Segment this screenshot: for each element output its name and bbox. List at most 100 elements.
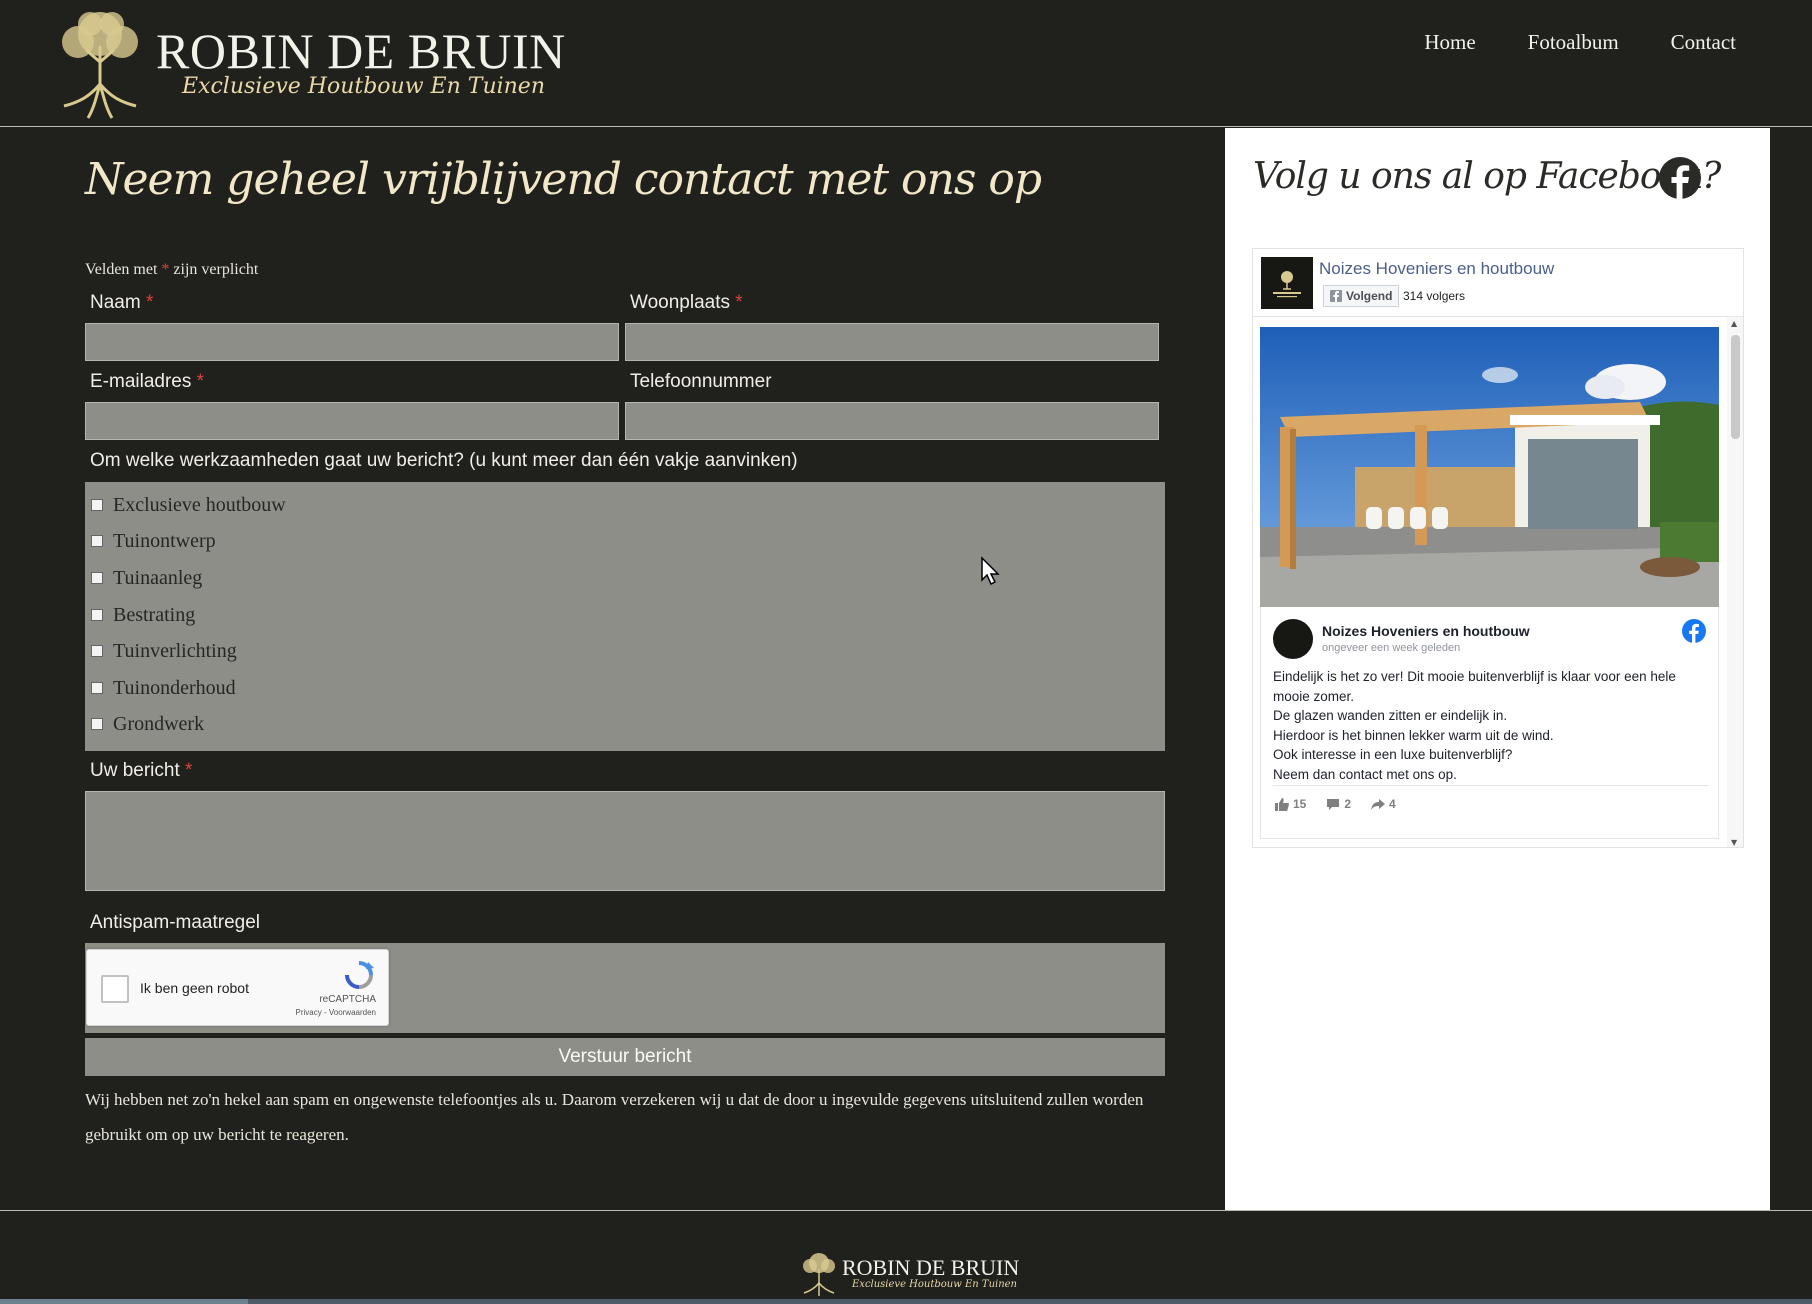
bericht-label-text: Uw bericht [90, 760, 180, 781]
checkbox-label: Bestrating [113, 603, 196, 626]
share-count-value: 4 [1389, 797, 1396, 811]
bericht-label: Uw bericht * [90, 760, 192, 782]
recaptcha-checkbox[interactable] [101, 975, 129, 1003]
bericht-textarea[interactable] [85, 791, 1165, 891]
werkzaamheden-panel: Exclusieve houtbouw Tuinontwerp Tuinaanl… [85, 482, 1165, 751]
garden-house-photo [1260, 327, 1719, 607]
naam-label-text: Naam [90, 292, 141, 313]
post-photo[interactable] [1260, 327, 1719, 607]
checkbox-input[interactable] [91, 535, 103, 547]
widget-scrollbar[interactable]: ▲ ▼ [1727, 317, 1743, 847]
telefoon-input[interactable] [625, 402, 1159, 440]
checkbox-label: Tuinaanleg [113, 566, 203, 589]
checkbox-input[interactable] [91, 572, 103, 584]
email-input[interactable] [85, 402, 619, 440]
recaptcha-widget: Ik ben geen robot reCAPTCHA Privacy - Vo… [86, 949, 389, 1026]
share-count[interactable]: 4 [1371, 797, 1396, 811]
nav-fotoalbum[interactable]: Fotoalbum [1528, 30, 1619, 55]
required-note-prefix: Velden met [85, 261, 162, 278]
email-label-text: E-mailadres [90, 371, 192, 392]
checkbox-input[interactable] [91, 499, 103, 511]
page-avatar-logo-icon [1273, 271, 1301, 298]
page-title: Neem geheel vrijblijvend contact met ons… [85, 154, 1042, 205]
bericht-required-star: * [185, 760, 193, 781]
naam-required-star: * [145, 292, 154, 313]
footer-logo-subtitle: Exclusieve Houtbouw En Tuinen [852, 1279, 1017, 1290]
page-name-link[interactable]: Noizes Hoveniers en houtbouw [1319, 259, 1554, 279]
site-header: ROBIN DE BRUIN Exclusieve Houtbouw En Tu… [0, 0, 1812, 127]
checkbox-input[interactable] [91, 718, 103, 730]
recaptcha-links[interactable]: Privacy - Voorwaarden [296, 1008, 376, 1017]
checkbox-input[interactable] [91, 682, 103, 694]
page-avatar[interactable] [1261, 257, 1313, 309]
post-line: Eindelijk is het zo ver! Dit mooie buite… [1273, 669, 1676, 704]
footer-bottom-bar [0, 1299, 1812, 1304]
facebook-icon[interactable] [1658, 156, 1702, 200]
footer-logo-title: ROBIN DE BRUIN [842, 1255, 1020, 1280]
nav-contact[interactable]: Contact [1671, 30, 1736, 55]
checkbox-label: Tuinonderhoud [113, 676, 236, 699]
checkbox-row[interactable]: Tuinverlichting [91, 638, 237, 664]
scrollbar-thumb[interactable] [1731, 335, 1740, 439]
like-count[interactable]: 15 [1275, 797, 1306, 811]
facebook-logo-icon[interactable] [1682, 619, 1706, 643]
facebook-page-widget: Noizes Hoveniers en houtbouw Volgend 314… [1252, 248, 1744, 848]
post-line: De glazen wanden zitten er eindelijk in. [1273, 708, 1508, 723]
tree-logo-icon [62, 12, 138, 119]
checkbox-label: Tuinontwerp [113, 529, 216, 552]
facebook-sidebar: Volg u ons al op Facebook? Noizes Hoveni… [1225, 128, 1770, 1210]
post-line: Ook interesse in een luxe buitenverblijf… [1273, 747, 1513, 762]
post-divider [1273, 785, 1708, 786]
checkbox-row[interactable]: Tuinonderhoud [91, 675, 236, 701]
required-note-suffix: zijn verplicht [169, 261, 259, 278]
checkbox-row[interactable]: Tuinaanleg [91, 565, 202, 591]
mouse-cursor-icon [981, 556, 1000, 586]
werkzaamheden-label: Om welke werkzaamheden gaat uw bericht? … [90, 450, 798, 471]
post-author-avatar[interactable] [1273, 619, 1313, 659]
footer-logo[interactable]: ROBIN DE BRUIN Exclusieve Houtbouw En Tu… [800, 1251, 1019, 1299]
site-logo[interactable]: ROBIN DE BRUIN Exclusieve Houtbouw En Tu… [50, 6, 565, 121]
comment-icon [1327, 798, 1340, 810]
checkbox-row[interactable]: Grondwerk [91, 711, 204, 737]
woonplaats-label-text: Woonplaats [630, 292, 730, 313]
post-text: Eindelijk is het zo ver! Dit mooie buite… [1273, 667, 1713, 784]
submit-button[interactable]: Verstuur bericht [85, 1038, 1165, 1076]
contact-section: Neem geheel vrijblijvend contact met ons… [0, 128, 1225, 1210]
checkbox-row[interactable]: Tuinontwerp [91, 528, 216, 554]
main-nav: Home Fotoalbum Contact [1424, 30, 1736, 55]
checkbox-row[interactable]: Exclusieve houtbouw [91, 492, 286, 518]
antispam-panel: Ik ben geen robot reCAPTCHA Privacy - Vo… [85, 943, 1165, 1033]
facebook-small-icon [1330, 290, 1342, 302]
required-note: Velden met * zijn verplicht [85, 261, 258, 279]
follow-button[interactable]: Volgend [1323, 285, 1400, 307]
checkbox-row[interactable]: Bestrating [91, 602, 195, 628]
recaptcha-icon [345, 961, 374, 989]
checkbox-input[interactable] [91, 609, 103, 621]
woonplaats-input[interactable] [625, 323, 1159, 361]
scroll-down-icon[interactable]: ▼ [1731, 838, 1737, 847]
woonplaats-required-star: * [735, 292, 743, 313]
sidebar-title: Volg u ons al op Facebook? [1253, 156, 1721, 197]
woonplaats-label: Woonplaats * [630, 292, 743, 314]
post-actions: 15 2 4 [1275, 797, 1396, 811]
like-count-value: 15 [1293, 797, 1307, 811]
naam-label: Naam * [90, 292, 153, 314]
comment-count[interactable]: 2 [1326, 797, 1351, 811]
telefoon-label: Telefoonnummer [630, 371, 772, 392]
logo-subtitle: Exclusieve Houtbouw En Tuinen [182, 74, 545, 99]
privacy-disclaimer: Wij hebben net zo'n hekel aan spam en on… [85, 1090, 1144, 1144]
scroll-up-icon[interactable]: ▲ [1731, 319, 1737, 328]
nav-home[interactable]: Home [1424, 30, 1475, 55]
share-icon [1371, 798, 1386, 810]
post-author[interactable]: Noizes Hoveniers en houtbouw [1322, 623, 1530, 639]
site-footer: ROBIN DE BRUIN Exclusieve Houtbouw En Tu… [0, 1210, 1812, 1304]
post-line: Hierdoor is het binnen lekker warm uit d… [1273, 727, 1554, 743]
naam-input[interactable] [85, 323, 619, 361]
recaptcha-brand: reCAPTCHA [319, 994, 376, 1005]
post-timestamp[interactable]: ongeveer een week geleden [1322, 642, 1460, 654]
checkbox-input[interactable] [91, 645, 103, 657]
post-line: Neem dan contact met ons op. [1273, 766, 1457, 782]
widget-header: Noizes Hoveniers en houtbouw Volgend 314… [1253, 249, 1743, 317]
footer-tree-logo-icon [803, 1253, 835, 1296]
thumbs-up-icon [1275, 797, 1289, 811]
